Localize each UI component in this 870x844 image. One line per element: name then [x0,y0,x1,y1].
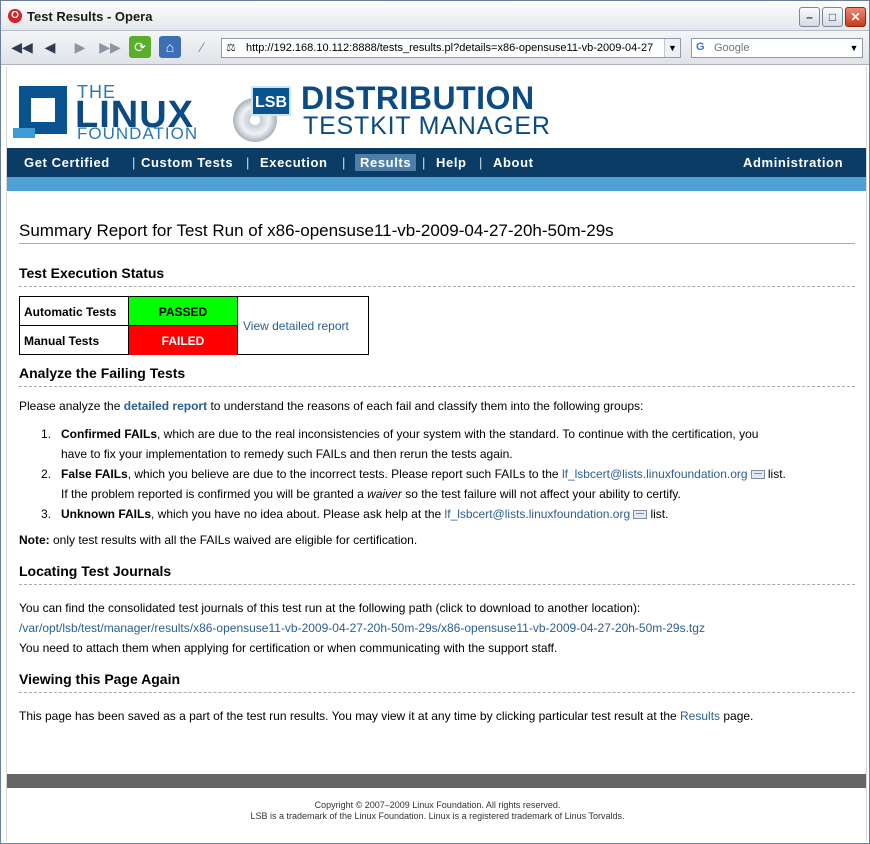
copyright-text: Copyright © 2007–2009 Linux Foundation. … [314,800,561,810]
forward-icon[interactable]: ▶ [69,36,91,58]
intro-text-end: to understand the reasons of each fail a… [207,399,644,413]
nav-execution[interactable]: Execution [255,154,333,171]
main-nav: Get Certified | Custom Tests | Execution… [7,148,866,177]
item-text-end: list. [764,467,786,481]
item-text: , which you believe are due to the incor… [127,467,562,481]
page-viewport: THE LINUX FOUNDATION LSB DISTRIBUTION TE… [6,66,867,841]
address-input[interactable]: http://192.168.10.112:8888/tests_results… [246,42,666,54]
lsb-logo: LSB [251,86,291,116]
nav-get-certified[interactable]: Get Certified [19,154,115,171]
page-title: Summary Report for Test Run of x86-opens… [19,221,614,240]
viewing-text-pre: This page has been saved as a part of th… [19,709,681,723]
title-bar: O Test Results - Opera – □ ✕ [1,1,869,31]
journals-text: You can find the consolidated test journ… [19,601,641,615]
trademark-text: LSB is a trademark of the Linux Foundati… [250,811,625,821]
address-dropdown-icon[interactable]: ▼ [664,39,680,57]
footer-bar [7,774,866,788]
divider [19,286,855,287]
window-title: Test Results - Opera [27,9,153,24]
note: Note: only test results with all the FAI… [19,530,417,550]
logo-foundation: FOUNDATION [77,124,199,143]
journals-path-link[interactable]: /var/opt/lsb/test/manager/results/x86-op… [19,621,705,635]
list-number: 3. [41,507,52,521]
divider [19,386,855,387]
home-icon[interactable]: ⌂ [159,36,181,58]
browser-window: O Test Results - Opera – □ ✕ ◀◀ ◀ ▶ ▶▶ ⟳… [0,0,870,844]
item-term: Unknown FAILs [61,507,151,521]
nav-separator: | [246,155,250,170]
footer: Copyright © 2007–2009 Linux Foundation. … [7,800,866,822]
item-term: False FAILs [61,467,128,481]
note-text: only test results with all the FAILs wai… [49,533,418,547]
heading-journals: Locating Test Journals [19,563,172,579]
address-bar[interactable]: ⚖ http://192.168.10.112:8888/tests_resul… [221,38,681,58]
fast-forward-icon[interactable]: ▶▶ [99,36,121,58]
search-input[interactable] [714,41,844,55]
results-page-link[interactable]: Results [680,709,720,723]
manual-status-badge: FAILED [129,326,238,355]
item-text-2: If the problem reported is confirmed you… [61,487,368,501]
item-text-end: list. [647,507,669,521]
note-label: Note: [19,533,50,547]
automatic-tests-label: Automatic Tests [20,297,129,326]
google-icon: G [696,41,705,53]
maximize-button[interactable]: □ [822,7,843,27]
viewing-text-post: page. [720,709,754,723]
mail-icon [633,510,648,520]
item-text: , which you have no idea about. Please a… [151,507,445,521]
nav-help[interactable]: Help [431,154,472,171]
nav-separator: | [422,155,426,170]
nav-subbar [7,177,866,191]
nav-administration[interactable]: Administration [738,154,848,171]
automatic-status-badge: PASSED [129,297,238,326]
detailed-report-link[interactable]: detailed report [124,399,207,413]
list-number: 1. [41,427,52,441]
browser-toolbar: ◀◀ ◀ ▶ ▶▶ ⟳ ⌂ ⁄ ⚖ http://192.168.10.112:… [1,31,869,65]
nav-about[interactable]: About [488,154,539,171]
reload-icon[interactable]: ⟳ [129,36,151,58]
search-box[interactable]: G ▼ [691,38,863,58]
title-rule [19,243,855,244]
nav-separator: | [132,155,136,170]
heading-viewing: Viewing this Page Again [19,671,181,687]
journals-path-row: /var/opt/lsb/test/manager/results/x86-op… [19,618,705,638]
heading-analyze: Analyze the Failing Tests [19,365,186,381]
waiver-emphasis: waiver [367,487,402,501]
mailing-list-email-link[interactable]: lf_lsbcert@lists.linuxfoundation.org [445,507,631,521]
mail-icon [750,470,765,480]
status-table: Automatic Tests PASSED Manual Tests FAIL… [19,296,369,355]
nav-separator: | [342,155,346,170]
lf-logo-mark [13,86,67,138]
dtk-manager-logo: LSB DISTRIBUTION TESTKIT MANAGER [233,80,553,144]
nav-separator: | [479,155,483,170]
nav-results[interactable]: Results [355,154,417,171]
item-term: Confirmed FAILs [61,427,158,441]
close-button[interactable]: ✕ [845,7,866,27]
intro-text: Please analyze the [19,399,124,413]
divider [19,692,855,693]
rewind-icon[interactable]: ◀◀ [11,36,33,58]
nav-custom-tests[interactable]: Custom Tests [136,154,238,171]
back-icon[interactable]: ◀ [39,36,61,58]
mailing-list-email-link[interactable]: lf_lsbcert@lists.linuxfoundation.org [562,467,748,481]
viewing-text: This page has been saved as a part of th… [19,706,753,726]
item-text: , which are due to the real inconsistenc… [157,427,759,441]
heading-exec-status: Test Execution Status [19,265,165,281]
page-security-icon: ⚖ [226,42,236,54]
minimize-button[interactable]: – [799,7,820,27]
logo-testkit-manager: TESTKIT MANAGER [303,112,551,140]
item-text-2-end: so the test failure will not affect your… [401,487,681,501]
view-detailed-report-link[interactable]: View detailed report [243,319,349,333]
search-dropdown-icon[interactable]: ▼ [846,39,862,57]
wand-icon[interactable]: ⁄ [191,36,213,58]
journals-attach-text: You need to attach them when applying fo… [19,641,558,655]
analyze-intro: Please analyze the detailed report to un… [19,396,643,416]
opera-icon: O [8,9,22,23]
manual-tests-label: Manual Tests [20,326,129,355]
divider [19,584,855,585]
item-text-2: have to fix your implementation to remed… [61,447,513,461]
list-number: 2. [41,467,52,481]
linux-foundation-logo[interactable]: THE LINUX FOUNDATION [13,82,219,144]
